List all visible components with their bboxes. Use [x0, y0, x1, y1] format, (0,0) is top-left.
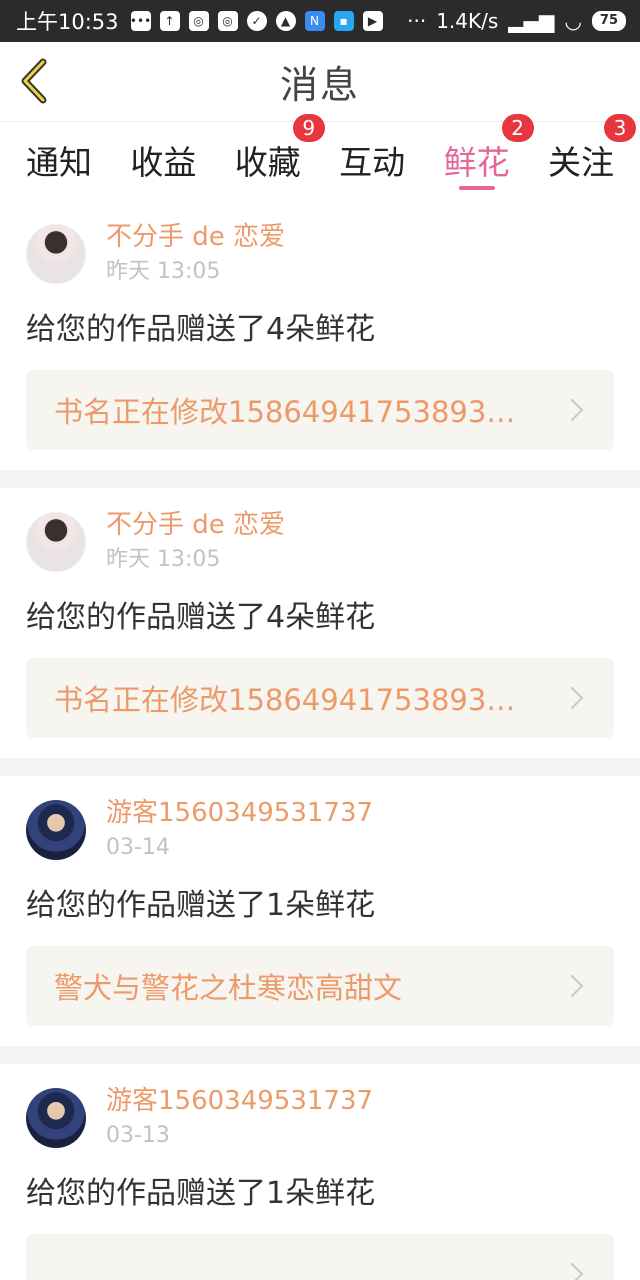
- message-text: 给您的作品赠送了1朵鲜花: [26, 1176, 376, 1211]
- tab-follow[interactable]: 关注 3: [547, 114, 636, 200]
- tab-label: 收益: [130, 143, 197, 182]
- tab-notice[interactable]: 通知: [26, 122, 92, 200]
- message-card: 游客1560349531737 03-14 给您的作品赠送了1朵鲜花 警犬与警花…: [0, 776, 640, 1046]
- username[interactable]: 游客1560349531737: [106, 1084, 373, 1118]
- message-card: 不分手 de 恋爱 昨天 13:05 给您的作品赠送了4朵鲜花 书名正在修改15…: [0, 200, 640, 470]
- message-card: 不分手 de 恋爱 昨天 13:05 给您的作品赠送了4朵鲜花 书名正在修改15…: [0, 488, 640, 758]
- upload-icon: ↑: [159, 11, 180, 31]
- tab-interaction[interactable]: 互动: [339, 122, 405, 200]
- back-button[interactable]: [14, 56, 54, 106]
- status-bar: 上午10:53 ••• ↑ ◎ ◎ ✓ ▲ N ▪ ▶ ··· 1.4K/s ▂…: [0, 0, 640, 42]
- weibo-icon-2: ◎: [217, 11, 238, 31]
- message-list: 不分手 de 恋爱 昨天 13:05 给您的作品赠送了4朵鲜花 书名正在修改15…: [0, 200, 640, 1280]
- chevron-right-icon: [560, 1262, 584, 1280]
- message-card: 游客1560349531737 03-13 给您的作品赠送了1朵鲜花: [0, 1064, 640, 1280]
- tab-earnings[interactable]: 收益: [130, 122, 196, 200]
- book-title: 书名正在修改15864941753893…: [54, 683, 516, 717]
- network-speed: 1.4K/s: [436, 9, 499, 33]
- message-text: 给您的作品赠送了1朵鲜花: [26, 888, 376, 923]
- wifi-icon: ◡: [564, 9, 582, 33]
- chevron-right-icon: [560, 686, 584, 710]
- more-dots-icon: ···: [407, 9, 427, 33]
- avatar[interactable]: [26, 224, 86, 284]
- message-time: 昨天 13:05: [106, 547, 221, 572]
- active-tab-indicator: [458, 186, 495, 190]
- chevron-left-icon: [21, 58, 47, 104]
- book-link[interactable]: [26, 1234, 614, 1280]
- message-text: 给您的作品赠送了4朵鲜花: [26, 600, 376, 635]
- username[interactable]: 游客1560349531737: [106, 796, 373, 830]
- book-link[interactable]: 书名正在修改15864941753893…: [26, 658, 614, 738]
- tab-flowers[interactable]: 鲜花 2: [443, 114, 534, 200]
- book-title: 警犬与警花之杜寒恋高甜文: [54, 971, 403, 1005]
- weibo-icon: ◎: [188, 11, 209, 31]
- book-link[interactable]: 警犬与警花之杜寒恋高甜文: [26, 946, 614, 1026]
- avatar[interactable]: [26, 512, 86, 572]
- avatar[interactable]: [26, 800, 86, 860]
- battery-icon: 75: [591, 11, 626, 31]
- blue-app-icon: ▪: [333, 11, 354, 31]
- chevron-right-icon: [560, 974, 584, 998]
- tab-label: 通知: [26, 143, 92, 182]
- username[interactable]: 不分手 de 恋爱: [106, 220, 285, 254]
- tab-label: 互动: [339, 143, 406, 182]
- book-link[interactable]: 书名正在修改15864941753893…: [26, 370, 614, 450]
- chevron-right-icon: [560, 398, 584, 422]
- message-time: 03-14: [106, 835, 170, 860]
- signal-icon: ▂▄▆: [508, 9, 555, 33]
- check-icon: ✓: [246, 11, 267, 31]
- page-title: 消息: [279, 63, 360, 107]
- header: 消息: [0, 42, 640, 122]
- status-time: 上午10:53: [16, 10, 119, 34]
- status-icons: ••• ↑ ◎ ◎ ✓ ▲ N ▪ ▶: [130, 11, 383, 31]
- username[interactable]: 不分手 de 恋爱: [106, 508, 285, 542]
- count-badge: 2: [501, 114, 534, 142]
- book-title: 书名正在修改15864941753893…: [54, 395, 516, 429]
- tab-favorites[interactable]: 收藏 9: [234, 114, 325, 200]
- play-store-icon: ▶: [362, 11, 383, 31]
- status-right: ··· 1.4K/s ▂▄▆ ◡ 75: [407, 0, 626, 42]
- message-text: 给您的作品赠送了4朵鲜花: [26, 312, 376, 347]
- message-time: 03-13: [106, 1123, 170, 1148]
- tab-label: 收藏: [234, 143, 301, 182]
- message-time: 昨天 13:05: [106, 259, 221, 284]
- chat-notification-icon: •••: [130, 11, 151, 31]
- n-app-icon: N: [304, 11, 325, 31]
- tab-label: 鲜花: [443, 143, 510, 182]
- app-icon: ▲: [275, 11, 296, 31]
- avatar[interactable]: [26, 1088, 86, 1148]
- count-badge: 3: [603, 114, 636, 142]
- tab-bar: 通知 收益 收藏 9 互动 鲜花 2 关注 3: [0, 114, 640, 200]
- count-badge: 9: [292, 114, 325, 142]
- tab-label: 关注: [547, 143, 614, 182]
